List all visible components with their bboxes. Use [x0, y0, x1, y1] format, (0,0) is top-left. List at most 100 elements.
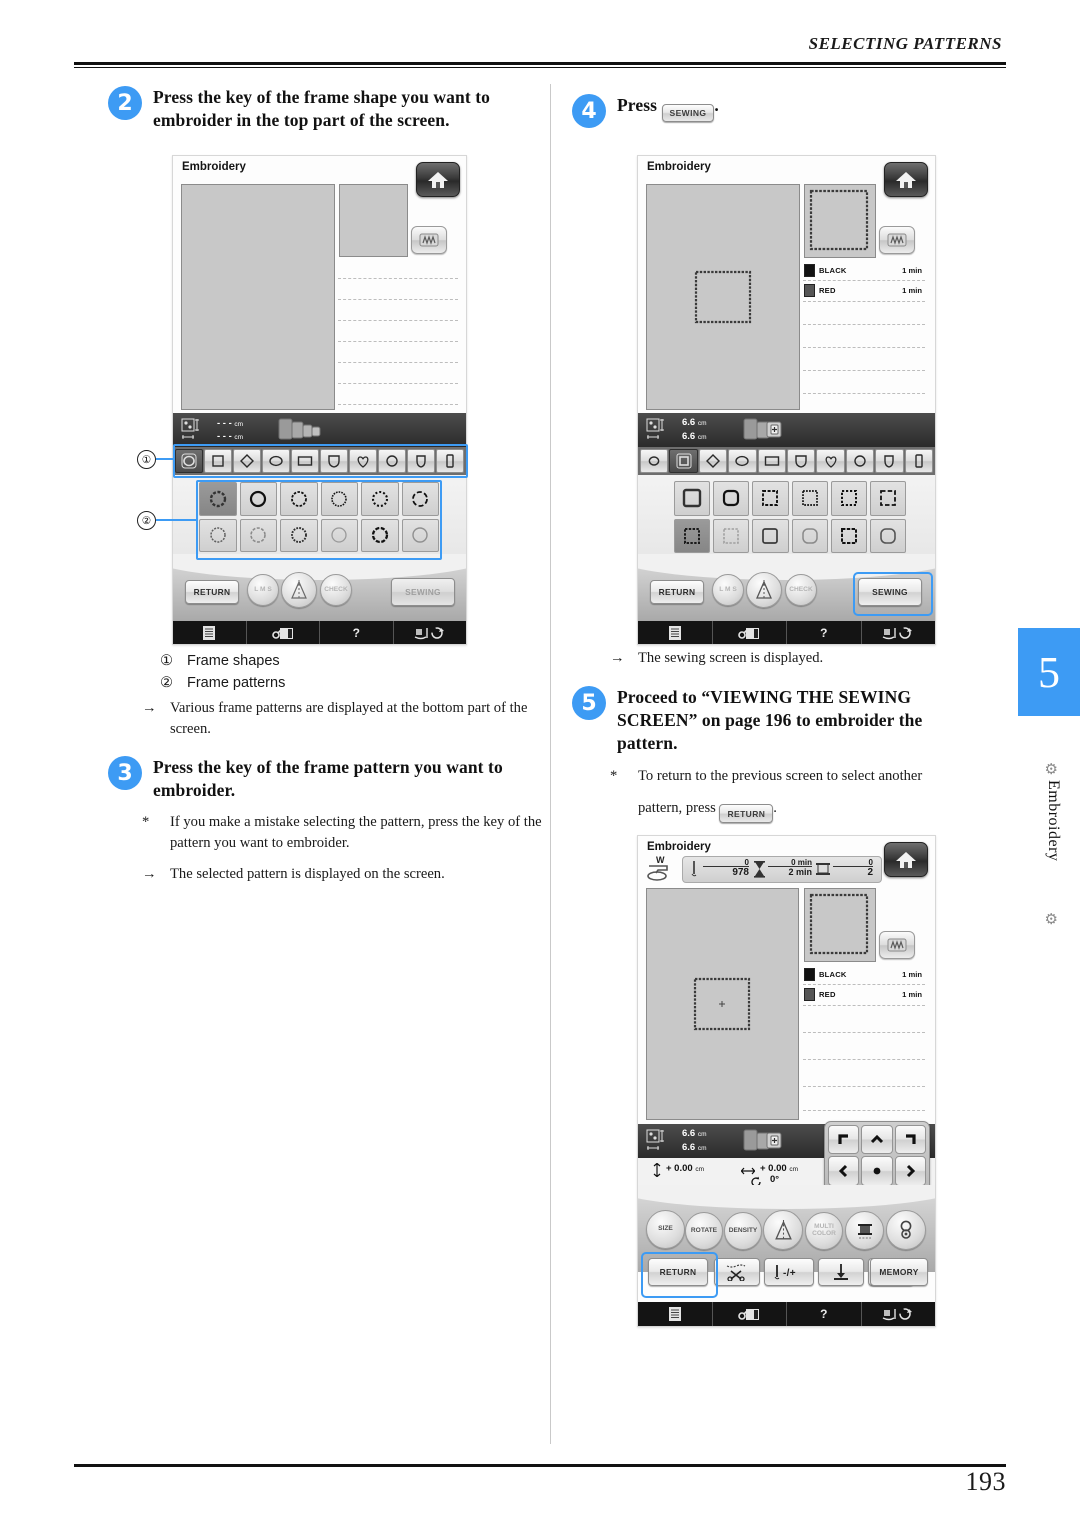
frame-pattern-keys[interactable] — [199, 482, 439, 552]
frame-pattern-key-6[interactable] — [674, 518, 711, 553]
thread-guide-button[interactable] — [862, 1302, 936, 1326]
return-button[interactable]: RETURN — [648, 1258, 708, 1286]
frame-pattern-key-3[interactable] — [791, 481, 828, 516]
rotate-button[interactable]: ROTATE — [685, 1212, 723, 1250]
home-button[interactable] — [884, 162, 928, 197]
manual-button[interactable] — [638, 621, 713, 644]
thread-preview-button[interactable] — [879, 226, 915, 254]
frame-pattern-key-3[interactable] — [320, 482, 358, 516]
embroidery-preview-area[interactable] — [646, 184, 800, 410]
home-button[interactable] — [416, 162, 460, 197]
frame-pattern-keys[interactable] — [674, 481, 906, 553]
mirror-button[interactable] — [746, 572, 782, 608]
frame-pattern-key-11[interactable] — [869, 518, 906, 553]
frame-shape-key-3[interactable] — [262, 449, 290, 473]
return-button[interactable]: RETURN — [185, 580, 239, 604]
density-button[interactable]: DENSITY — [724, 1212, 762, 1250]
frame-shape-key-9[interactable] — [904, 449, 934, 473]
figure-eight-button[interactable] — [886, 1210, 926, 1250]
manual-button[interactable] — [638, 1302, 713, 1326]
embroidery-preview-area[interactable] — [181, 184, 335, 410]
machine-setting-button[interactable] — [713, 1302, 787, 1326]
frame-shape-key-6[interactable] — [816, 449, 845, 473]
frame-pattern-key-2[interactable] — [752, 481, 789, 516]
needle-down-button[interactable] — [818, 1258, 864, 1286]
frame-shape-key-4[interactable] — [291, 449, 319, 473]
frame-pattern-key-0[interactable] — [199, 482, 237, 516]
frame-shape-keys[interactable] — [173, 447, 466, 475]
thread-guide-button[interactable] — [862, 621, 936, 644]
mirror-button[interactable] — [763, 1210, 803, 1250]
frame-shape-key-8[interactable] — [875, 449, 904, 473]
check-button[interactable]: CHECK — [785, 574, 817, 606]
frame-shape-keys[interactable] — [638, 447, 935, 475]
return-button[interactable]: RETURN — [650, 580, 704, 604]
lms-button[interactable]: L M S — [712, 574, 744, 606]
move-center-button[interactable] — [861, 1156, 893, 1186]
thread-guide-button[interactable] — [394, 621, 467, 644]
home-button[interactable] — [884, 842, 928, 877]
frame-pattern-key-1[interactable] — [239, 482, 277, 516]
machine-setting-button[interactable] — [713, 621, 787, 644]
frame-pattern-key-5[interactable] — [869, 481, 906, 516]
pattern-thumbnail — [804, 184, 876, 258]
step-3-number: 3 — [108, 756, 142, 790]
sewing-button[interactable]: SEWING — [858, 578, 922, 606]
move-left-button[interactable] — [828, 1156, 860, 1186]
size-button[interactable]: SIZE — [646, 1210, 685, 1249]
move-top-left-button[interactable] — [828, 1125, 860, 1155]
frame-shape-key-8[interactable] — [407, 449, 435, 473]
move-top-right-button[interactable] — [894, 1125, 926, 1155]
frame-shape-key-6[interactable] — [349, 449, 377, 473]
move-right-button[interactable] — [894, 1156, 926, 1186]
frame-shape-key-2[interactable] — [698, 449, 728, 473]
thread-color-button[interactable] — [845, 1211, 884, 1250]
thread-preview-button[interactable] — [879, 931, 915, 959]
manual-button[interactable] — [173, 621, 247, 644]
frame-shape-key-5[interactable] — [787, 449, 816, 473]
frame-pattern-key-1[interactable] — [713, 481, 750, 516]
help-button[interactable]: ? — [787, 1302, 862, 1326]
help-button[interactable]: ? — [787, 621, 862, 644]
mirror-button[interactable] — [281, 572, 317, 608]
frame-shape-key-1[interactable] — [204, 449, 232, 473]
frame-pattern-key-7[interactable] — [713, 518, 750, 553]
frame-shape-key-4[interactable] — [757, 449, 787, 473]
multi-color-button[interactable]: MULTI COLOR — [805, 1212, 843, 1250]
frame-pattern-key-4[interactable] — [361, 482, 399, 516]
frame-shape-key-3[interactable] — [728, 449, 757, 473]
move-up-button[interactable] — [861, 1125, 893, 1155]
frame-pattern-key-10[interactable] — [361, 518, 399, 552]
frame-pattern-key-7[interactable] — [239, 518, 277, 552]
frame-pattern-key-9[interactable] — [320, 518, 358, 552]
frame-shape-key-2[interactable] — [233, 449, 261, 473]
frame-pattern-key-9[interactable] — [791, 518, 828, 553]
thread-cut-button[interactable] — [714, 1258, 760, 1286]
frame-shape-key-1[interactable] — [669, 449, 698, 473]
frame-shape-key-7[interactable] — [378, 449, 406, 473]
frame-pattern-key-6[interactable] — [199, 518, 237, 552]
thread-preview-button[interactable] — [411, 226, 447, 254]
embroidery-preview-area[interactable] — [646, 888, 799, 1120]
sewing-button[interactable]: SEWING — [391, 578, 455, 606]
frame-shape-key-7[interactable] — [845, 449, 875, 473]
check-button[interactable]: CHECK — [320, 574, 352, 606]
frame-pattern-key-8[interactable] — [280, 518, 318, 552]
frame-pattern-key-11[interactable] — [401, 518, 439, 552]
step-4: 4 Press SEWING. — [572, 94, 719, 128]
frame-pattern-key-8[interactable] — [752, 518, 789, 553]
lms-button[interactable]: L M S — [247, 574, 279, 606]
frame-shape-key-0[interactable] — [175, 449, 203, 473]
frame-shape-key-0[interactable] — [640, 449, 669, 473]
machine-setting-button[interactable] — [247, 621, 320, 644]
frame-pattern-key-2[interactable] — [280, 482, 318, 516]
memory-button[interactable]: MEMORY — [870, 1258, 928, 1286]
frame-pattern-key-5[interactable] — [401, 482, 439, 516]
frame-shape-key-9[interactable] — [436, 449, 464, 473]
frame-pattern-key-4[interactable] — [830, 481, 867, 516]
frame-pattern-key-10[interactable] — [830, 518, 867, 553]
stitch-step-button[interactable]: -/+ — [764, 1258, 814, 1286]
help-button[interactable]: ? — [320, 621, 394, 644]
frame-shape-key-5[interactable] — [320, 449, 348, 473]
frame-pattern-key-0[interactable] — [674, 481, 711, 516]
